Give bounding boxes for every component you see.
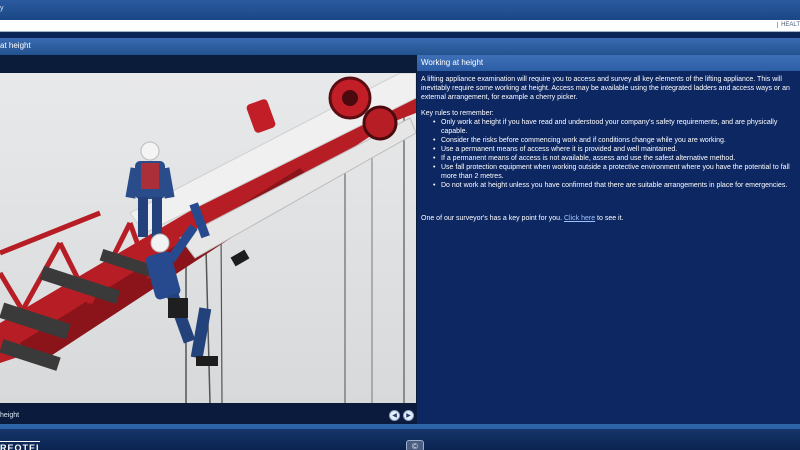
footer-bar: REOTEI © <box>0 429 800 450</box>
key-point-after: to see it. <box>595 215 624 222</box>
chevron-left-icon: ◀ <box>392 412 397 419</box>
module-title: at height <box>0 41 31 50</box>
rule-item: Do not work at height unless you have co… <box>433 181 793 190</box>
rules-list: Only work at height if you have read and… <box>421 118 793 190</box>
app-title-bar: y <box>0 0 800 20</box>
header-tag: HEALT <box>777 22 800 28</box>
replay-button[interactable]: © <box>406 440 424 450</box>
rule-item: If a permanent means of access is not av… <box>433 154 793 163</box>
prev-slide-button[interactable]: ◀ <box>389 410 400 421</box>
brand-logo: REOTEI <box>0 441 40 450</box>
crane-photo <box>0 73 416 403</box>
intro-paragraph: A lifting appliance examination will req… <box>421 76 790 101</box>
rule-item: Use fall protection equipment when worki… <box>433 163 793 181</box>
media-caption: height <box>0 412 20 419</box>
key-point-text: One of our surveyor's has a key point fo… <box>421 214 793 223</box>
chevron-right-icon: ▶ <box>406 412 411 419</box>
rule-item: Only work at height if you have read and… <box>433 118 793 136</box>
window-title: y <box>0 5 4 12</box>
click-here-link[interactable]: Click here <box>564 215 595 222</box>
rule-item: Consider the risks before commencing wor… <box>433 136 793 145</box>
crane-photo-illustration <box>0 73 416 403</box>
panel-header: Working at height <box>417 55 800 71</box>
module-title-bar: at height <box>0 38 800 55</box>
panel-body: A lifting appliance examination will req… <box>421 75 793 223</box>
media-caption-bar: height ◀ ▶ <box>0 405 417 424</box>
content-panel: Working at height A lifting appliance ex… <box>417 55 800 424</box>
key-point-before: One of our surveyor's has a key point fo… <box>421 215 564 222</box>
replay-icon: © <box>412 441 418 450</box>
panel-heading: Working at height <box>421 58 484 67</box>
next-slide-button[interactable]: ▶ <box>403 410 414 421</box>
rules-heading: Key rules to remember: <box>421 110 494 117</box>
rule-item: Use a permanent means of access where it… <box>433 145 793 154</box>
header-bar: HEALT <box>0 20 800 32</box>
